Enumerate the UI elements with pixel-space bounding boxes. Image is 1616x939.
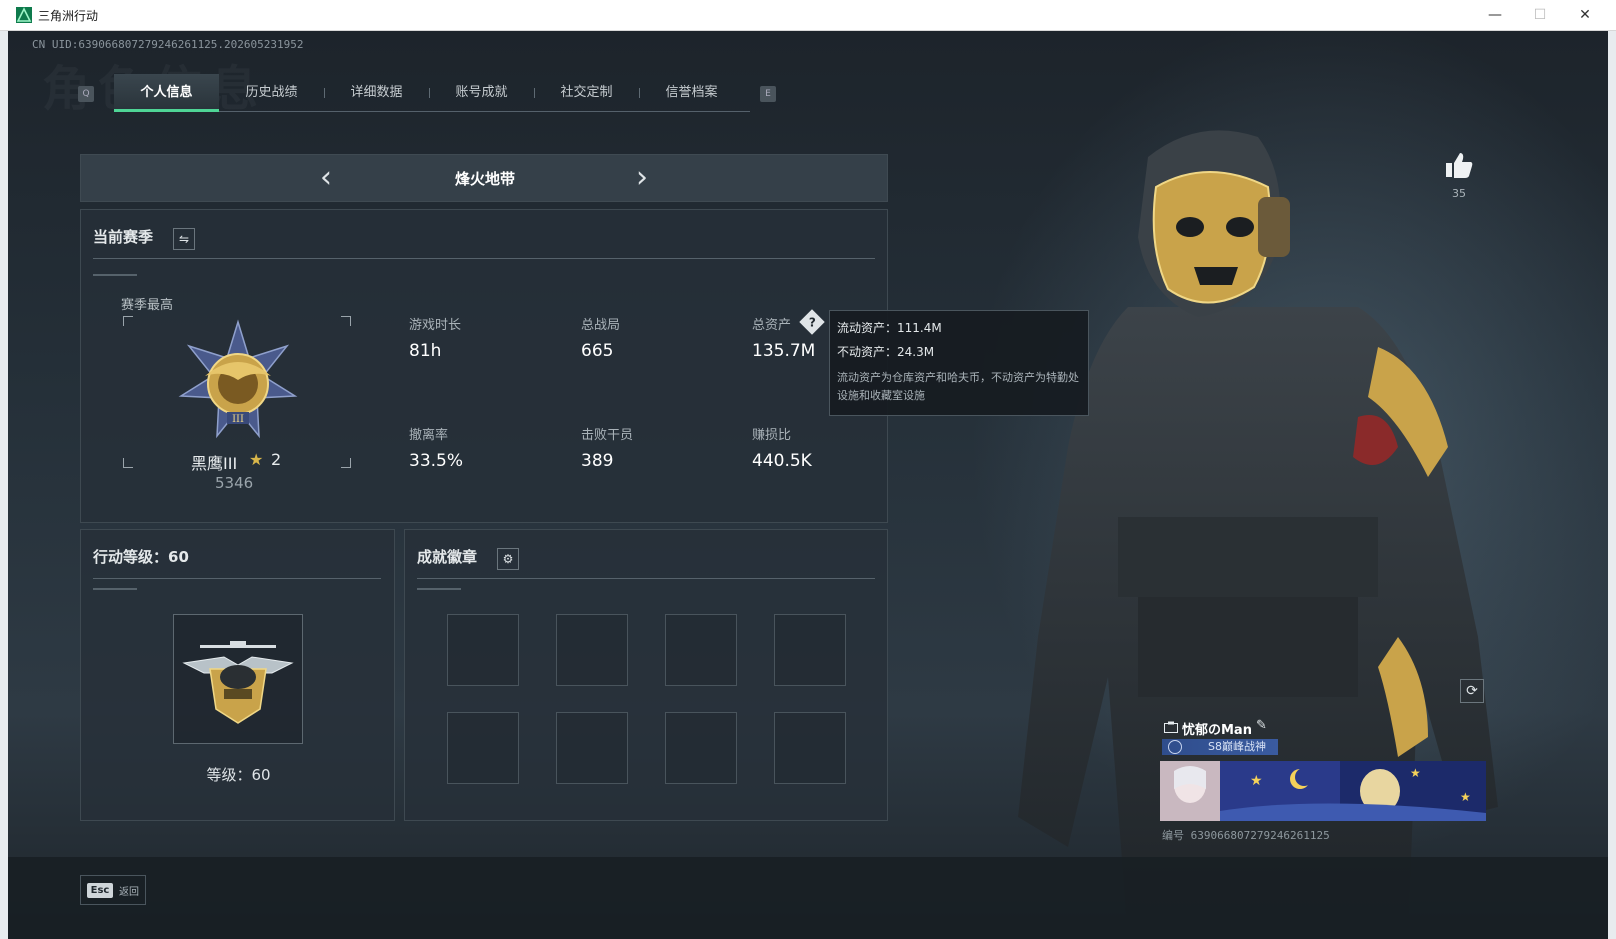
chevron-right-icon[interactable]: › (627, 159, 657, 199)
divider (93, 258, 875, 259)
stat-label: 总资产 (752, 318, 792, 333)
frame-corner (341, 316, 351, 326)
frame-corner (123, 458, 133, 468)
badge-slot[interactable] (447, 712, 519, 784)
season-best-label: 赛季最高 (121, 298, 174, 313)
tab-history[interactable]: 历史战绩 (219, 74, 324, 112)
stat-label: 击败干员 (581, 428, 634, 443)
footer-bar: Esc 返回 (8, 857, 1608, 939)
tab-social[interactable]: 社交定制 (534, 74, 639, 112)
app-logo-icon (16, 7, 32, 23)
rank-emblem-icon: III (178, 319, 298, 439)
title-badge: S8巅峰战神 (1162, 739, 1278, 755)
svg-text:III: III (232, 414, 244, 425)
rank-score: 5346 (215, 474, 254, 492)
close-button[interactable]: ✕ (1562, 0, 1608, 31)
tab-details[interactable]: 详细数据 (324, 74, 429, 112)
stat-value: 440.5K (752, 451, 812, 471)
divider (417, 578, 875, 579)
stat-value: 33.5% (409, 451, 464, 471)
tooltip-fixed-assets: 不动资产：24.3M (837, 345, 935, 359)
badge-slot[interactable] (774, 614, 846, 686)
help-icon[interactable]: ? (799, 309, 825, 335)
back-label: 返回 (119, 887, 139, 898)
star-icon: ★ (249, 450, 264, 469)
back-button[interactable]: Esc 返回 (80, 875, 146, 905)
gear-icon[interactable]: ⚙ (497, 548, 519, 570)
stat-label: 赚损比 (752, 428, 792, 443)
player-name: 忧郁のMan (1182, 723, 1252, 738)
helicopter-emblem-icon (182, 641, 294, 724)
divider-accent (93, 588, 137, 590)
svg-text:★: ★ (1410, 766, 1421, 780)
minimize-button[interactable]: — (1472, 0, 1518, 31)
tab-personal-info[interactable]: 个人信息 (114, 74, 219, 112)
player-id: 编号 639066807279246261125 (1162, 829, 1330, 842)
tab-achievements[interactable]: 账号成就 (429, 74, 534, 112)
level-emblem-frame[interactable] (173, 614, 303, 744)
window-title: 三角洲行动 (38, 9, 99, 23)
refresh-icon[interactable]: ⟳ (1460, 679, 1484, 703)
achievement-panel: 成就徽章 ⚙ (404, 529, 888, 821)
frame-corner (123, 316, 133, 326)
profile-banner-image: ★ ★ ★ (1160, 761, 1486, 821)
badge-slot[interactable] (774, 712, 846, 784)
chevron-left-icon[interactable]: ‹ (311, 159, 341, 199)
player-name-card[interactable]: 忧郁のMan ✎ S8巅峰战神 ★ ★ ★ 编号 639066807279246… (1158, 717, 1488, 847)
stat-value: 81h (409, 341, 442, 361)
achievement-title: 成就徽章 (417, 548, 478, 566)
level-panel: 行动等级：60 等级：60 (80, 529, 395, 821)
divider (93, 578, 381, 579)
uid-text: CN UID:6390668072792462611​25.2026052319… (32, 38, 304, 51)
like-count: 35 (1452, 187, 1466, 200)
edit-icon[interactable]: ✎ (1256, 718, 1267, 733)
asset-tooltip: 流动资产：111.4M 不动资产：24.3M 流动资产为仓库资产和哈夫币，不动资… (829, 310, 1089, 416)
mode-title: 烽火地带 (454, 170, 515, 188)
svg-text:★: ★ (1460, 790, 1471, 804)
mode-selector: 烽火地带 ‹ › (80, 154, 888, 202)
divider-accent (93, 274, 137, 276)
id-card-icon (1164, 721, 1178, 733)
rank-name: 黑鹰III (191, 454, 238, 473)
title-badge-text: S8巅峰战神 (1208, 740, 1266, 753)
level-text: 等级：60 (206, 766, 271, 784)
divider-accent (417, 588, 461, 590)
tab-bar: 个人信息 历史战绩 详细数据 账号成就 社交定制 信誉档案 (114, 74, 750, 112)
next-tab-key-hint: E (760, 86, 776, 102)
badge-slot[interactable] (447, 614, 519, 686)
badge-slot[interactable] (556, 614, 628, 686)
thumbs-up-icon[interactable] (1444, 151, 1474, 179)
svg-text:★: ★ (1250, 773, 1263, 789)
badge-slot[interactable] (665, 614, 737, 686)
stat-value: 665 (581, 341, 614, 361)
title-emblem-icon (1168, 740, 1182, 754)
swap-icon[interactable]: ⇋ (173, 228, 195, 250)
esc-key-hint: Esc (87, 883, 113, 898)
season-title: 当前赛季 (93, 228, 154, 246)
window-titlebar: 三角洲行动 — ☐ ✕ (0, 0, 1616, 31)
stat-label: 撤离率 (409, 428, 449, 443)
stat-label: 总战局 (581, 318, 621, 333)
season-panel: 当前赛季 ⇋ 赛季最高 III 黑鹰III ★ 2 5346 游戏时长 81h … (80, 209, 888, 523)
game-stage: 角色信息 CN UID:6390668072792462611​25.20260… (8, 31, 1608, 939)
maximize-button[interactable]: ☐ (1517, 0, 1563, 31)
rank-stars: 2 (271, 450, 282, 469)
frame-corner (341, 458, 351, 468)
level-title: 行动等级：60 (93, 548, 189, 566)
badge-slot[interactable] (665, 712, 737, 784)
stat-value: 135.7M (752, 341, 816, 361)
stat-label: 游戏时长 (409, 318, 462, 333)
tooltip-liquid-assets: 流动资产：111.4M (837, 321, 942, 335)
stat-value: 389 (581, 451, 614, 471)
tooltip-note: 流动资产为仓库资产和哈夫币，不动资产为特勤处设施和收藏室设施 (837, 371, 1079, 402)
badge-slot[interactable] (556, 712, 628, 784)
prev-tab-key-hint: Q (78, 86, 94, 102)
tab-reputation[interactable]: 信誉档案 (639, 74, 744, 112)
